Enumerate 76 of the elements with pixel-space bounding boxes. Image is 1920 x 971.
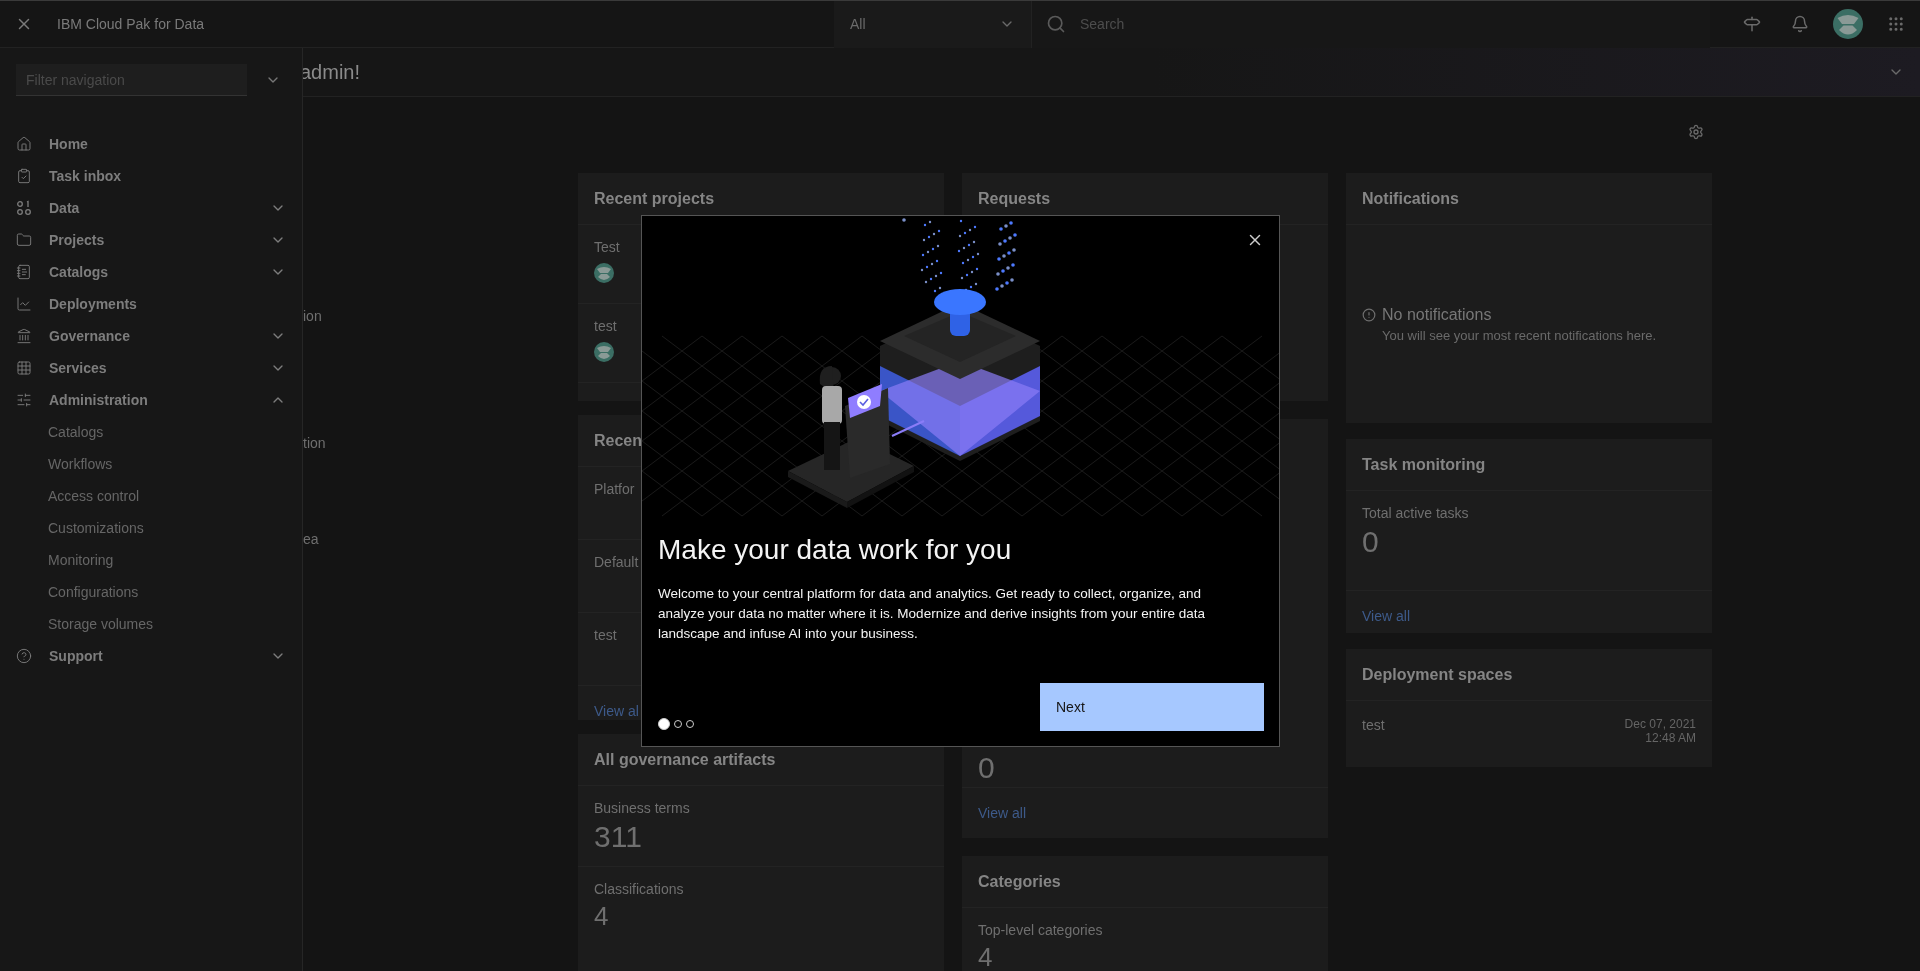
page-dot[interactable]: [658, 718, 670, 730]
stat-label: Total active tasks: [1362, 505, 1469, 521]
nav-item[interactable]: Catalogs: [0, 256, 302, 288]
view-all-link[interactable]: View al: [594, 703, 639, 719]
nav-item[interactable]: Governance: [0, 320, 302, 352]
nav-subitem[interactable]: Configurations: [0, 576, 302, 608]
nav-subitem[interactable]: Monitoring: [0, 544, 302, 576]
stat-value: 4: [978, 944, 993, 970]
stat-value: 311: [594, 822, 642, 852]
stat-label: Business terms: [594, 800, 690, 816]
stat-value: 0: [1362, 527, 1379, 557]
folder-icon: [16, 232, 32, 248]
space-name[interactable]: test: [1362, 717, 1385, 733]
search-icon: [1046, 14, 1066, 34]
card-title: Categories: [978, 872, 1061, 891]
stat-value: 4: [594, 903, 609, 929]
help-icon: [16, 648, 32, 664]
bell-icon: [1791, 15, 1809, 33]
empty-detail: You will see your most recent notifications here.: [1381, 327, 1657, 343]
app-title: IBM Cloud Pak for Data: [57, 16, 206, 32]
card-title: Deployment spaces: [1362, 665, 1513, 684]
notebook-icon: [16, 264, 32, 280]
nav-item[interactable]: Data: [0, 192, 302, 224]
project-name[interactable]: test: [594, 318, 617, 334]
card-title: All governance artifacts: [594, 750, 776, 769]
list-item[interactable]: test: [594, 627, 617, 643]
sliders-icon: [16, 392, 32, 408]
avatar-icon: [594, 342, 614, 362]
settings-icon[interactable]: [1688, 124, 1704, 140]
space-time: 12:48 AM: [1645, 731, 1696, 745]
grid-icon: [16, 360, 32, 376]
nav-item[interactable]: Projects: [0, 224, 302, 256]
scope-select[interactable]: All: [834, 0, 1032, 48]
card-title: Requests: [978, 189, 1051, 208]
view-all-link[interactable]: View all: [978, 805, 1026, 821]
line-chart-icon: [16, 296, 32, 312]
nav-item[interactable]: Administration: [0, 384, 302, 416]
next-button[interactable]: Next: [1040, 683, 1264, 731]
card-title: Notifications: [1362, 189, 1459, 208]
list-item[interactable]: Platfor: [594, 481, 635, 497]
avatar-icon: [594, 263, 614, 283]
nav-subitem[interactable]: Customizations: [0, 512, 302, 544]
page-text: ion: [303, 308, 322, 324]
stat-label: Classifications: [594, 881, 684, 897]
bank-icon: [16, 328, 32, 344]
stat-label: Top-level categories: [978, 922, 1103, 938]
dialog-title: Make your data work for you: [658, 534, 1012, 566]
nav-subitem[interactable]: Catalogs: [0, 416, 302, 448]
nav-item[interactable]: Deployments: [0, 288, 302, 320]
project-name[interactable]: Test: [594, 239, 620, 255]
view-all-link[interactable]: View all: [1362, 608, 1410, 624]
card-title: Task monitoring: [1362, 455, 1486, 474]
nav-item[interactable]: Task inbox: [0, 160, 302, 192]
nav-subitem[interactable]: Access control: [0, 480, 302, 512]
signpost-icon: [1743, 15, 1761, 33]
card-title: Recen: [594, 431, 643, 450]
space-date: Dec 07, 2021: [1624, 717, 1696, 731]
greeting: admin!: [300, 60, 361, 84]
card-title: Recent projects: [594, 189, 715, 208]
clipboard-check-icon: [16, 168, 32, 184]
page-text: ea: [303, 531, 319, 547]
nav-item[interactable]: Support: [0, 640, 302, 672]
stat-value: 0: [978, 753, 995, 783]
dialog-text: Welcome to your central platform for data and analytics. Get ready to collect, organize, and analyze your data no matter where it is. Modernize and derive insights from your entire data landscape and infuse AI into your business.: [658, 585, 1207, 643]
nav-item[interactable]: Services: [0, 352, 302, 384]
circles-icon: [16, 200, 32, 216]
empty-message: No notifications: [1382, 305, 1492, 324]
nav-item[interactable]: Home: [0, 128, 302, 160]
nav-subitem[interactable]: Workflows: [0, 448, 302, 480]
page-text: tion: [303, 435, 326, 451]
info-icon: [1362, 307, 1376, 322]
grid-dots-icon: [1887, 15, 1905, 33]
list-item[interactable]: Default: [594, 554, 639, 570]
avatar-icon: [1833, 9, 1863, 39]
nav-subitem[interactable]: Storage volumes: [0, 608, 302, 640]
home-icon: [16, 136, 32, 152]
